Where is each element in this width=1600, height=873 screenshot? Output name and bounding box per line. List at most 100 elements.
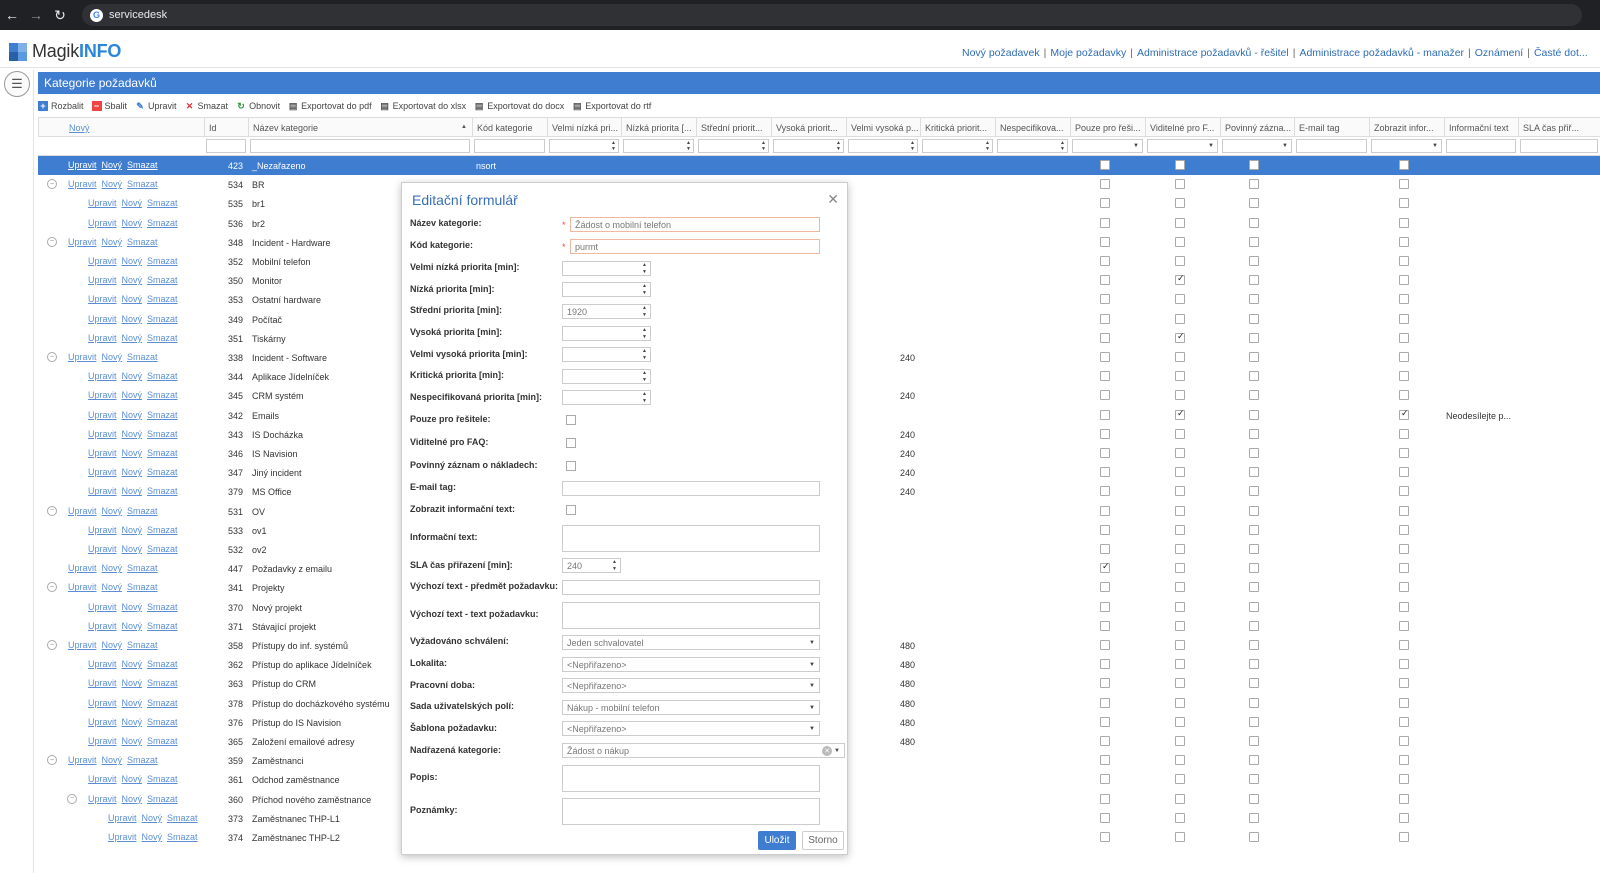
- column-filter[interactable]: ▼: [1371, 139, 1442, 153]
- cost-record-checkbox[interactable]: [1249, 832, 1259, 842]
- only-solver-checkbox[interactable]: [1100, 352, 1110, 362]
- top-nav-link[interactable]: Nový požadavek: [962, 47, 1040, 59]
- show-info-checkbox[interactable]: [1399, 736, 1409, 746]
- show-info-checkbox[interactable]: [1399, 236, 1409, 247]
- hamburger-menu-icon[interactable]: ☰: [4, 71, 30, 97]
- cost-record-checkbox[interactable]: [1249, 697, 1259, 708]
- only-solver-checkbox[interactable]: [566, 415, 576, 425]
- show-info-checkbox[interactable]: [1399, 793, 1409, 804]
- row-edit-link[interactable]: Upravit: [108, 832, 137, 842]
- row-new-link[interactable]: Nový: [102, 506, 123, 516]
- visible-faq-checkbox[interactable]: [1175, 217, 1185, 228]
- cost-record-checkbox[interactable]: [1249, 716, 1259, 727]
- visible-faq-checkbox[interactable]: [566, 438, 576, 448]
- only-solver-checkbox[interactable]: [1100, 294, 1110, 305]
- visible-faq-checkbox[interactable]: [1175, 640, 1185, 650]
- row-delete-link[interactable]: Smazat: [147, 678, 178, 688]
- cost-record-checkbox[interactable]: [1249, 217, 1259, 228]
- cost-record-checkbox[interactable]: [1249, 620, 1259, 631]
- show-info-checkbox[interactable]: [1399, 563, 1409, 574]
- cost-record-checkbox[interactable]: [1249, 812, 1259, 823]
- address-bar[interactable]: G servicedesk: [82, 4, 1582, 26]
- row-edit-link[interactable]: Upravit: [68, 640, 97, 650]
- show-info-checkbox[interactable]: [1399, 486, 1409, 497]
- row-delete-link[interactable]: Smazat: [127, 640, 158, 650]
- row-new-link[interactable]: Nový: [122, 294, 143, 304]
- column-header[interactable]: Pouze pro řeši...: [1070, 118, 1145, 136]
- cost-record-checkbox[interactable]: [566, 461, 576, 471]
- column-filter[interactable]: [1520, 139, 1598, 153]
- only-solver-checkbox[interactable]: [1100, 697, 1110, 708]
- cost-record-checkbox[interactable]: [1249, 390, 1259, 401]
- visible-faq-checkbox[interactable]: [1175, 774, 1185, 785]
- only-solver-checkbox[interactable]: [1100, 736, 1110, 746]
- only-solver-checkbox[interactable]: [1100, 256, 1110, 266]
- column-filter[interactable]: ▲ ▼: [549, 139, 619, 153]
- only-solver-checkbox[interactable]: [1100, 390, 1110, 401]
- row-delete-link[interactable]: Smazat: [147, 602, 178, 612]
- row-delete-link[interactable]: Smazat: [127, 755, 158, 765]
- row-edit-link[interactable]: Upravit: [68, 582, 97, 592]
- row-new-link[interactable]: Nový: [102, 563, 123, 573]
- show-info-checkbox[interactable]: [1399, 408, 1409, 420]
- row-edit-link[interactable]: Upravit: [88, 717, 117, 727]
- only-solver-checkbox[interactable]: [1100, 275, 1110, 286]
- only-solver-checkbox[interactable]: [1100, 524, 1110, 535]
- toolbar-smazat-button[interactable]: ✕ Smazat: [185, 101, 228, 112]
- only-solver-checkbox[interactable]: [1100, 812, 1110, 823]
- row-delete-link[interactable]: Smazat: [127, 237, 158, 247]
- visible-faq-checkbox[interactable]: [1175, 524, 1185, 535]
- only-solver-checkbox[interactable]: [1100, 332, 1110, 343]
- cost-record-checkbox[interactable]: [1249, 179, 1259, 190]
- cost-record-checkbox[interactable]: [1249, 774, 1259, 785]
- cost-record-checkbox[interactable]: [1249, 736, 1259, 746]
- medium-priority-stepper[interactable]: 1920 ▲ ▼: [562, 304, 651, 319]
- toolbar-exportovat-do-pdf-button[interactable]: ▤ Exportovat do pdf: [288, 101, 372, 112]
- column-filter[interactable]: ▼: [1222, 139, 1292, 153]
- show-info-checkbox[interactable]: [1399, 505, 1409, 516]
- only-solver-checkbox[interactable]: [1100, 544, 1110, 554]
- row-delete-link[interactable]: Smazat: [147, 736, 178, 746]
- row-edit-link[interactable]: Upravit: [88, 294, 117, 304]
- row-edit-link[interactable]: Upravit: [68, 563, 97, 573]
- cost-record-checkbox[interactable]: [1249, 160, 1259, 170]
- cost-record-checkbox[interactable]: [1249, 332, 1259, 343]
- visible-faq-checkbox[interactable]: [1175, 294, 1185, 305]
- only-solver-checkbox[interactable]: [1100, 774, 1110, 785]
- row-delete-link[interactable]: Smazat: [127, 582, 158, 592]
- show-info-checkbox[interactable]: [566, 505, 576, 515]
- show-info-checkbox[interactable]: [1399, 313, 1409, 324]
- row-new-link[interactable]: Nový: [102, 755, 123, 765]
- row-new-link[interactable]: Nový: [122, 410, 143, 420]
- notes-area[interactable]: [562, 798, 820, 825]
- only-solver-checkbox[interactable]: [1100, 716, 1110, 727]
- show-info-checkbox[interactable]: [1399, 640, 1409, 650]
- row-delete-link[interactable]: Smazat: [147, 774, 178, 784]
- collapse-icon[interactable]: −: [47, 505, 57, 516]
- only-solver-checkbox[interactable]: [1100, 620, 1110, 631]
- only-solver-checkbox[interactable]: [1100, 236, 1110, 247]
- row-new-link[interactable]: Nový: [102, 237, 123, 247]
- column-filter[interactable]: ▲ ▼: [922, 139, 993, 153]
- locality-select[interactable]: <Nepřiřazeno> ▼: [562, 657, 820, 672]
- cost-record-checkbox[interactable]: [1249, 505, 1259, 516]
- row-edit-link[interactable]: Upravit: [68, 160, 97, 170]
- visible-faq-checkbox[interactable]: [1175, 408, 1185, 420]
- show-info-checkbox[interactable]: [1399, 755, 1409, 766]
- row-new-link[interactable]: Nový: [102, 352, 123, 362]
- row-delete-link[interactable]: Smazat: [147, 371, 178, 381]
- sla-stepper[interactable]: 240 ▲ ▼: [562, 558, 621, 573]
- show-info-checkbox[interactable]: [1399, 716, 1409, 727]
- visible-faq-checkbox[interactable]: [1175, 256, 1185, 266]
- show-info-checkbox[interactable]: [1399, 428, 1409, 439]
- cost-record-checkbox[interactable]: [1249, 563, 1259, 574]
- row-new-link[interactable]: Nový: [122, 544, 143, 554]
- toolbar-sbalit-button[interactable]: − Sbalit: [91, 101, 127, 111]
- cost-record-checkbox[interactable]: [1249, 236, 1259, 247]
- low-priority-stepper[interactable]: ▲ ▼: [562, 282, 651, 297]
- row-edit-link[interactable]: Upravit: [88, 314, 117, 324]
- row-new-link[interactable]: Nový: [122, 717, 143, 727]
- work-time-select[interactable]: <Nepřiřazeno> ▼: [562, 678, 820, 693]
- row-new-link[interactable]: Nový: [122, 698, 143, 708]
- high-priority-stepper[interactable]: ▲ ▼: [562, 326, 651, 341]
